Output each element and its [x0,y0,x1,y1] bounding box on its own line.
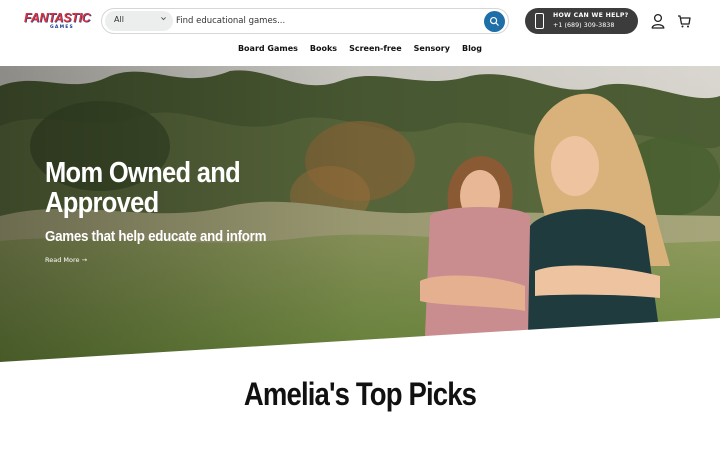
phone-icon [535,13,544,29]
nav-item-sensory[interactable]: Sensory [414,41,450,57]
cart-icon[interactable] [677,13,691,29]
search-input[interactable] [176,13,476,29]
nav-item-screen-free[interactable]: Screen-free [349,41,402,57]
section-title: Amelia's Top Picks [0,376,720,413]
hero-subtitle: Games that help educate and inform [45,229,267,245]
search-icon [489,16,499,26]
hero-read-more-link[interactable]: Read More → [45,256,87,264]
site-logo[interactable]: FANTASTIC GAMES [24,11,91,33]
search-category-label: All [114,15,124,24]
nav-item-blog[interactable]: Blog [462,41,482,57]
hero-banner: Mom Owned and Approved Games that help e… [0,66,720,366]
section-title-text: Amelia's Top Picks [243,376,477,412]
help-phone-number: +1 (689) 309-3838 [553,21,615,29]
search-bar: All [101,8,509,34]
main-nav: Board Games Books Screen-free Sensory Bl… [0,41,720,57]
chevron-down-icon [160,15,167,25]
hero-title: Mom Owned and Approved [45,157,241,219]
logo-wordmark: FANTASTIC [24,11,91,25]
help-contact-button[interactable]: HOW CAN WE HELP? +1 (689) 309-3838 [525,8,638,34]
search-category-select[interactable]: All [105,11,173,31]
nav-item-board-games[interactable]: Board Games [238,41,298,57]
help-title: HOW CAN WE HELP? [553,12,629,19]
nav-item-books[interactable]: Books [310,41,337,57]
account-icon[interactable] [651,13,665,29]
site-header: FANTASTIC GAMES All HOW CAN WE HELP? +1 … [0,0,720,66]
search-button[interactable] [484,11,505,32]
logo-subtext: GAMES [50,25,74,30]
